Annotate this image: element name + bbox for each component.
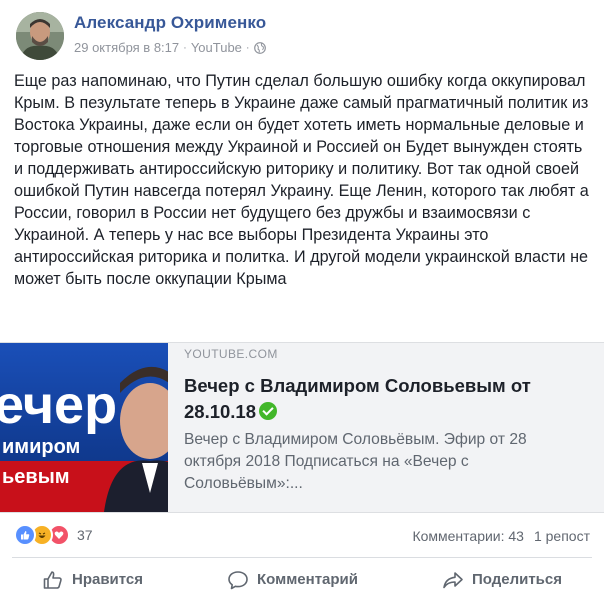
meta-separator: · xyxy=(183,41,187,54)
link-card[interactable]: ечер имиром ьевым YOUTUBE.COM Вечер с Вл… xyxy=(0,342,604,513)
thumbs-up-icon xyxy=(43,570,62,589)
share-button[interactable]: Поделиться xyxy=(442,569,562,591)
globe-icon[interactable] xyxy=(253,41,266,54)
link-title[interactable]: Вечер с Владимиром Соловьевым от 28.10.1… xyxy=(184,373,594,425)
verified-check-icon xyxy=(259,402,278,420)
comment-bubble-icon xyxy=(228,570,248,589)
reaction-count: 37 xyxy=(77,527,93,543)
post-date[interactable]: 29 октября в 8:17 xyxy=(74,40,179,55)
reactions-summary[interactable]: 37 xyxy=(14,524,93,546)
post-source: YouTube xyxy=(190,40,242,55)
facebook-post: Александр Охрименко 29 октября в 8:17 · … xyxy=(0,0,604,601)
meta-separator-2: · xyxy=(245,41,250,54)
thumb-host-surname: ьевым xyxy=(2,466,70,488)
link-thumbnail[interactable]: ечер имиром ьевым xyxy=(0,343,168,512)
thumb-host-name: имиром xyxy=(2,436,80,458)
share-arrow-icon xyxy=(443,571,463,588)
comment-button[interactable]: Комментарий xyxy=(227,569,358,591)
comment-label: Комментарий xyxy=(256,571,358,588)
action-bar: Нравится Комментарий Поделиться xyxy=(0,558,604,601)
link-title-text: Вечер с Владимиром Соловьевым от 28.10.1… xyxy=(184,375,531,422)
shares-count[interactable]: 1 репост xyxy=(534,528,590,544)
thumb-show-title: ечер xyxy=(0,375,117,435)
like-icon xyxy=(14,524,36,546)
author-name[interactable]: Александр Охрименко xyxy=(74,13,266,33)
post-text: Еще раз напоминаю, что Путин сделал боль… xyxy=(14,72,589,288)
like-button[interactable]: Нравится xyxy=(42,569,143,591)
comments-count[interactable]: Комментарии: 43 xyxy=(412,528,524,544)
like-label: Нравится xyxy=(71,571,144,588)
post-stats: Комментарии: 43 1 репост xyxy=(412,528,590,544)
author-avatar[interactable] xyxy=(16,12,64,60)
share-label: Поделиться xyxy=(471,571,562,588)
post-meta: 29 октября в 8:17 · YouTube · xyxy=(74,40,266,55)
link-domain: YOUTUBE.COM xyxy=(184,347,278,361)
link-description: Вечер с Владимиром Соловьёвым. Эфир от 2… xyxy=(184,431,527,492)
